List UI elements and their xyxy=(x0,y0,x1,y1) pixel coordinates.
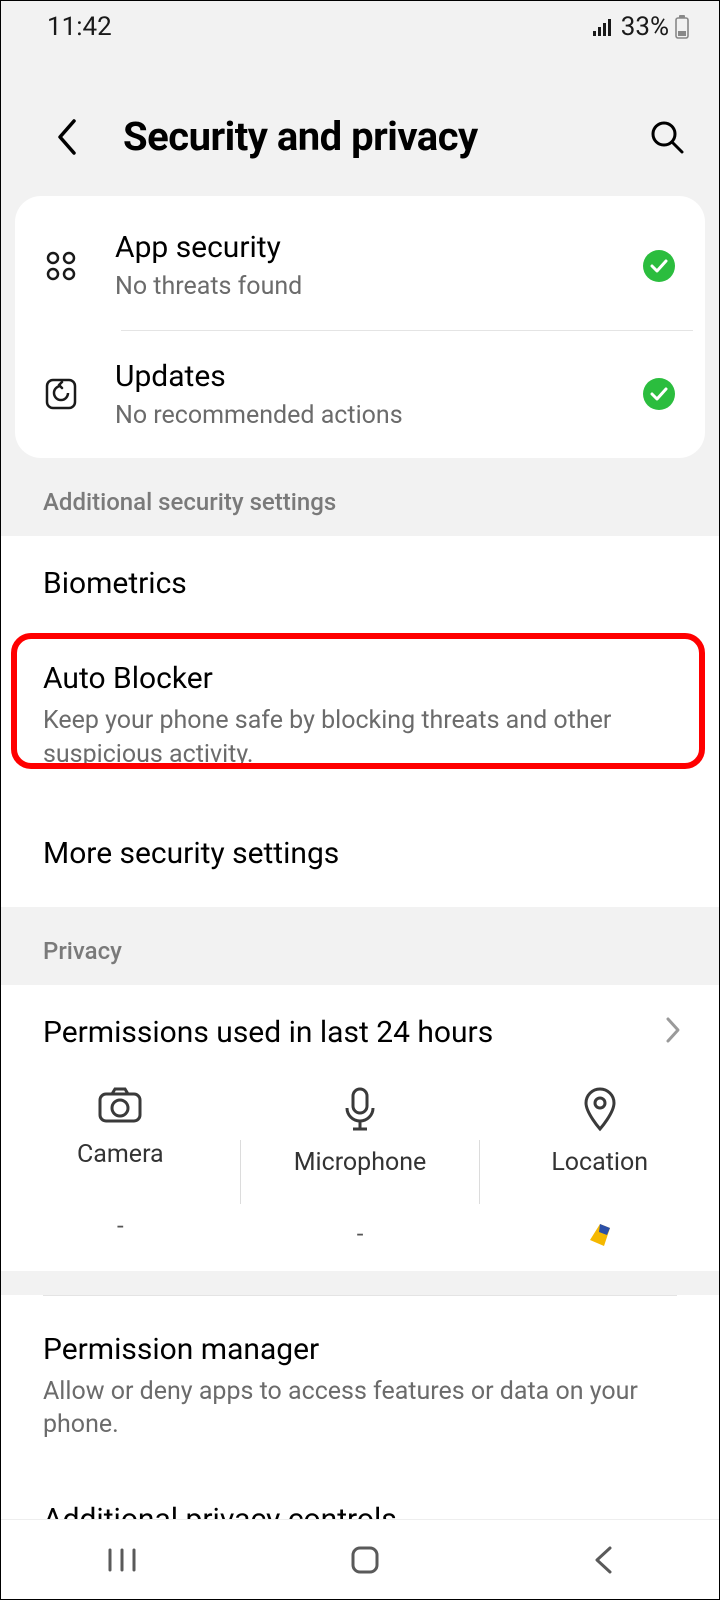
perm-location-value xyxy=(586,1217,614,1251)
item-more-security-title: More security settings xyxy=(43,834,677,873)
item-permission-manager[interactable]: Permission manager Allow or deny apps to… xyxy=(1,1296,719,1471)
battery-text: 33% xyxy=(621,12,669,42)
nav-recents-button[interactable] xyxy=(106,1546,138,1574)
section-privacy: Privacy xyxy=(1,907,719,985)
camera-icon xyxy=(97,1086,143,1128)
perm-microphone-label: Microphone xyxy=(294,1148,427,1177)
perm-location[interactable]: Location xyxy=(480,1086,719,1251)
chevron-left-icon xyxy=(56,119,78,155)
permission-manager-title: Permission manager xyxy=(43,1330,677,1369)
item-biometrics[interactable]: Biometrics xyxy=(1,536,719,631)
perm-microphone[interactable]: Microphone - xyxy=(241,1086,480,1251)
system-nav-bar xyxy=(1,1519,719,1599)
perm-camera[interactable]: Camera - xyxy=(1,1086,240,1251)
updates-icon xyxy=(31,377,91,411)
updates-sub: No recommended actions xyxy=(115,400,619,433)
battery-icon xyxy=(675,15,689,39)
page-title: Security and privacy xyxy=(123,113,611,160)
section-additional-security: Additional security settings xyxy=(1,458,719,536)
item-more-security[interactable]: More security settings xyxy=(1,800,719,907)
app-icon xyxy=(586,1220,614,1248)
perm-location-label: Location xyxy=(551,1148,648,1177)
nav-home-button[interactable] xyxy=(349,1544,381,1576)
perm-microphone-value: - xyxy=(357,1217,364,1251)
location-icon xyxy=(582,1086,618,1136)
status-time: 11:42 xyxy=(47,12,112,42)
microphone-icon xyxy=(343,1086,377,1136)
status-ok-icon xyxy=(643,378,675,410)
updates-title: Updates xyxy=(115,357,619,396)
perm-camera-label: Camera xyxy=(77,1140,164,1169)
apps-icon xyxy=(31,248,91,284)
permissions-used-title: Permissions used in last 24 hours xyxy=(43,1013,493,1052)
status-bar: 11:42 33% xyxy=(1,1,719,53)
app-security-title: App security xyxy=(115,228,619,267)
page-header: Security and privacy xyxy=(1,53,719,196)
chevron-right-icon xyxy=(665,1016,681,1048)
search-icon xyxy=(649,119,685,155)
app-security-sub: No threats found xyxy=(115,271,619,304)
permission-manager-sub: Allow or deny apps to access features or… xyxy=(43,1375,677,1443)
perm-camera-value: - xyxy=(117,1209,124,1243)
item-biometrics-title: Biometrics xyxy=(43,564,677,603)
permissions-grid: Camera - Microphone - Location xyxy=(1,1076,719,1271)
signal-icon xyxy=(593,18,615,36)
app-security-row[interactable]: App security No threats found xyxy=(15,202,705,330)
updates-row[interactable]: Updates No recommended actions xyxy=(15,331,705,459)
security-status-card: App security No threats found Updates No… xyxy=(15,196,705,458)
item-auto-blocker[interactable]: Auto Blocker Keep your phone safe by blo… xyxy=(1,631,719,800)
back-button[interactable] xyxy=(45,115,89,159)
status-right: 33% xyxy=(593,12,689,42)
nav-back-button[interactable] xyxy=(592,1544,614,1576)
search-button[interactable] xyxy=(645,115,689,159)
item-permissions-used[interactable]: Permissions used in last 24 hours xyxy=(1,985,719,1076)
item-auto-blocker-title: Auto Blocker xyxy=(43,659,677,698)
item-auto-blocker-sub: Keep your phone safe by blocking threats… xyxy=(43,704,677,772)
status-ok-icon xyxy=(643,250,675,282)
